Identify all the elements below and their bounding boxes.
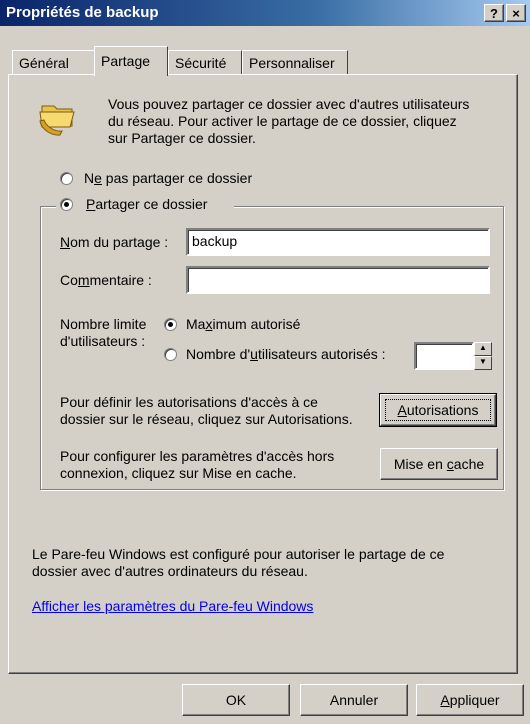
tab-partage[interactable]: Partage <box>94 46 168 76</box>
comment-input[interactable] <box>186 266 490 294</box>
intro-line-2: du réseau. Pour activer le partage de ce… <box>108 113 457 129</box>
shared-folder-icon <box>39 105 75 136</box>
share-option[interactable]: Partager ce dossier <box>56 196 234 214</box>
max-users-option[interactable]: Maximum autorisé <box>164 316 364 334</box>
permissions-button[interactable]: Autorisations <box>379 393 497 427</box>
close-button[interactable]: × <box>506 4 526 22</box>
share-name-label: Nom du partage : <box>60 234 169 250</box>
window-title: Propriétés de backup <box>6 4 159 21</box>
help-button[interactable]: ? <box>484 4 504 22</box>
allowed-users-count-input[interactable] <box>414 342 474 370</box>
allowed-users-option[interactable]: Nombre d'utilisateurs autorisés : <box>164 346 410 364</box>
max-users-label: Maximum autorisé <box>186 316 301 332</box>
comment-label: Commentaire : <box>60 272 152 288</box>
intro-line-1: Vous pouvez partager ce dossier avec d'a… <box>108 96 470 112</box>
caching-button[interactable]: Mise en cache <box>380 448 498 480</box>
caching-text-2: connexion, cliquez sur Mise en cache. <box>60 465 297 481</box>
spin-up-button[interactable]: ▲ <box>474 342 492 356</box>
permissions-text-2: dossier sur le réseau, cliquez sur Autor… <box>60 411 353 427</box>
tab-personnaliser[interactable]: Personnaliser <box>242 50 348 74</box>
cancel-button[interactable]: Annuler <box>300 684 408 716</box>
focus-rectangle <box>385 399 491 421</box>
apply-button[interactable]: Appliquer <box>416 684 524 716</box>
tab-general[interactable]: Général <box>12 50 96 74</box>
permissions-text-1: Pour définir les autorisations d'accès à… <box>60 394 318 410</box>
share-name-input[interactable]: backup <box>186 228 490 256</box>
firewall-text-2: dossier avec d'autres ordinateurs du rés… <box>32 563 308 579</box>
share-radio[interactable] <box>60 198 73 211</box>
firewall-settings-link[interactable]: Afficher les paramètres du Pare-feu Wind… <box>32 598 313 614</box>
no-share-option[interactable]: Ne pas partager ce dossier <box>60 170 260 188</box>
tab-securite[interactable]: Sécurité <box>168 50 242 74</box>
share-label: Partager ce dossier <box>86 196 208 212</box>
firewall-text-1: Le Pare-feu Windows est configuré pour a… <box>32 546 445 562</box>
allowed-users-radio[interactable] <box>164 348 177 361</box>
intro-line-3: sur Partager ce dossier. <box>108 130 256 146</box>
user-limit-label-1: Nombre limite <box>60 316 147 332</box>
spin-down-button[interactable]: ▼ <box>474 356 492 370</box>
title-bar[interactable]: Propriétés de backup ? × <box>0 0 530 26</box>
user-limit-label-2: d'utilisateurs : <box>60 333 146 349</box>
ok-button[interactable]: OK <box>182 684 290 716</box>
allowed-users-label: Nombre d'utilisateurs autorisés : <box>186 346 386 362</box>
no-share-radio[interactable] <box>60 172 73 185</box>
no-share-label: Ne pas partager ce dossier <box>84 170 253 186</box>
caching-text-1: Pour configurer les paramètres d'accès h… <box>60 448 335 464</box>
max-users-radio[interactable] <box>164 318 177 331</box>
